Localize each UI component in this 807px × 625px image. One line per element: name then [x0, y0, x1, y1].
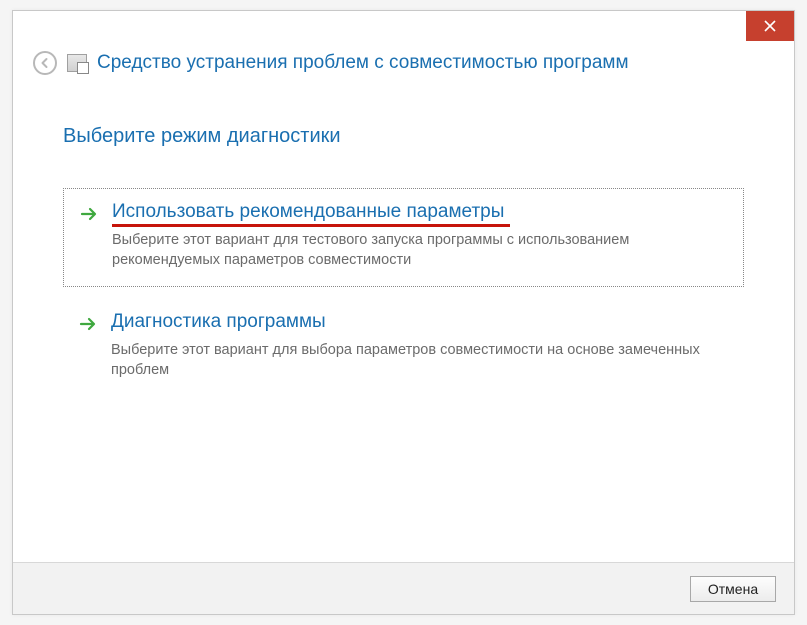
wizard-header: Средство устранения проблем с совместимо… — [13, 11, 794, 95]
cancel-button[interactable]: Отмена — [690, 576, 776, 602]
option-description: Выберите этот вариант для выбора парамет… — [111, 341, 728, 380]
close-icon — [764, 20, 776, 32]
option-recommended[interactable]: Использовать рекомендованные параметры В… — [63, 188, 744, 287]
arrow-right-icon — [79, 315, 97, 333]
wizard-footer: Отмена — [13, 562, 794, 614]
option-diagnose[interactable]: Диагностика программы Выберите этот вари… — [63, 299, 744, 396]
arrow-right-icon — [80, 205, 98, 223]
wizard-title: Средство устранения проблем с совместимо… — [97, 52, 629, 74]
close-button[interactable] — [746, 11, 794, 41]
option-description: Выберите этот вариант для тестового запу… — [112, 231, 727, 270]
wizard-content: Выберите режим диагностики Использовать … — [13, 95, 794, 428]
option-title: Диагностика программы — [111, 311, 326, 333]
troubleshooter-window: Средство устранения проблем с совместимо… — [12, 10, 795, 615]
option-title: Использовать рекомендованные параметры — [112, 201, 504, 223]
wizard-icon — [67, 54, 87, 72]
back-arrow-icon — [39, 57, 51, 69]
back-button — [33, 51, 57, 75]
page-subtitle: Выберите режим диагностики — [63, 125, 744, 148]
